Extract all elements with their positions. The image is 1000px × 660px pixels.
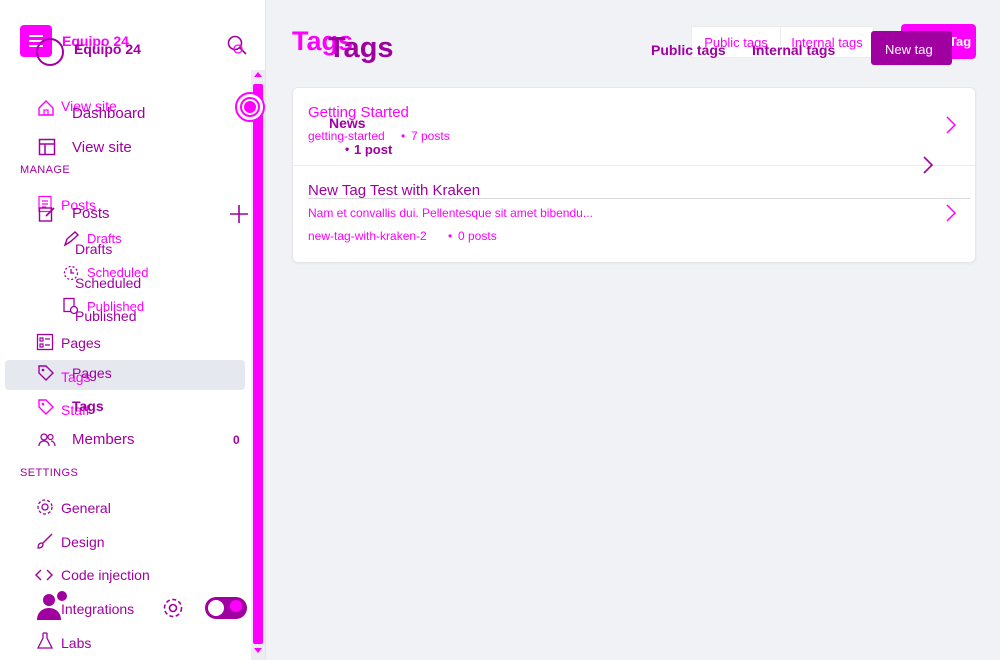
- pen-icon: [38, 207, 55, 222]
- gear-icon: [37, 499, 53, 515]
- tag-name: New Tag Test with Kraken: [308, 182, 481, 199]
- sidebar-item-tags[interactable]: Tags: [72, 397, 104, 415]
- tag-count-separator: •: [448, 229, 453, 243]
- site-name[interactable]: Equipo 24: [74, 41, 141, 57]
- sidebar-item-published[interactable]: Published: [75, 307, 137, 325]
- scroll-up-arrow-icon[interactable]: [254, 72, 262, 77]
- home-icon: [38, 100, 54, 116]
- tab-internal-tags[interactable]: Internal tags: [752, 42, 835, 58]
- dark-mode-toggle[interactable]: [205, 597, 247, 619]
- tag-ghost-icon: [38, 365, 54, 381]
- tab-public-tags[interactable]: Public tags: [651, 42, 726, 58]
- sidebar-item-members[interactable]: Members: [72, 431, 135, 449]
- tag-row-getting-started[interactable]: Getting Started getting-started • 7 post…: [293, 88, 975, 166]
- sidebar: Equipo 24 Equipo 24 View site Dashboard …: [0, 0, 266, 660]
- sidebar-item-pages[interactable]: Pages: [61, 334, 101, 352]
- new-tag-button[interactable]: New tag: [871, 31, 952, 65]
- code-icon: [35, 569, 53, 581]
- scroll-down-arrow-icon[interactable]: [254, 648, 262, 653]
- members-count-badge: 0: [233, 433, 240, 447]
- scroll-thumb[interactable]: [253, 84, 263, 644]
- search-icon[interactable]: [226, 34, 248, 58]
- manage-section-label: MANAGE: [20, 164, 71, 176]
- sidebar-item-view-site[interactable]: View site: [72, 139, 132, 157]
- sidebar-item-posts[interactable]: Posts: [72, 205, 110, 223]
- site-avatar-icon: [36, 38, 64, 66]
- overlay-tag-bullet: •: [345, 142, 350, 156]
- pages-overlay-label: Pages: [72, 365, 112, 381]
- tag-post-count: 7 posts: [411, 129, 450, 143]
- members-icon: [38, 433, 56, 447]
- toggle-knob: [208, 600, 224, 616]
- tag-icon: [38, 399, 54, 415]
- record-button-icon[interactable]: [235, 92, 265, 122]
- moon-icon: [230, 600, 242, 612]
- sidebar-item-integrations[interactable]: Integrations: [61, 600, 134, 618]
- tag-row-divider: [308, 198, 970, 199]
- sidebar-scrollbar[interactable]: [251, 70, 265, 660]
- new-post-plus-icon[interactable]: [229, 204, 249, 224]
- new-tag-label: New tag: [885, 42, 933, 57]
- chevron-right-icon: [946, 116, 957, 134]
- settings-gear-icon[interactable]: [162, 597, 184, 619]
- ghost-admin: Equipo 24 Equipo 24 View site Dashboard …: [0, 0, 1000, 660]
- brush-icon: [37, 533, 53, 549]
- tag-post-count: 0 posts: [458, 229, 497, 243]
- tag-slug: getting-started: [308, 129, 385, 143]
- sidebar-item-design[interactable]: Design: [61, 533, 105, 551]
- settings-section-label: SETTINGS: [20, 467, 79, 479]
- tag-slug: new-tag-with-kraken-2: [308, 229, 427, 243]
- sidebar-item-drafts[interactable]: Drafts: [75, 240, 112, 258]
- new-tag-ghost-label: Tag: [949, 34, 972, 49]
- page-title: Tags: [328, 32, 394, 64]
- sidebar-item-general[interactable]: General: [61, 499, 111, 517]
- sidebar-item-dashboard[interactable]: Dashboard: [72, 105, 145, 123]
- pages-icon: [36, 333, 54, 351]
- sidebar-item-scheduled[interactable]: Scheduled: [75, 274, 141, 292]
- tag-row-new-tag-test[interactable]: New Tag Test with Kraken Nam et convalli…: [293, 166, 975, 263]
- sidebar-item-labs[interactable]: Labs: [61, 634, 91, 652]
- record-dot: [240, 97, 260, 117]
- sidebar-item-code-injection[interactable]: Code injection: [61, 566, 150, 584]
- chevron-right-icon: [946, 204, 957, 222]
- tag-description: Nam et convallis dui. Pellentesque sit a…: [308, 206, 593, 220]
- tag-count-separator: •: [401, 129, 406, 143]
- layout-icon: [38, 138, 56, 156]
- overlay-tag-post-count: 1 post: [354, 142, 393, 157]
- overlay-tag-name[interactable]: News: [329, 115, 366, 131]
- flask-icon: [36, 632, 54, 649]
- tag-list: Getting Started getting-started • 7 post…: [292, 87, 976, 263]
